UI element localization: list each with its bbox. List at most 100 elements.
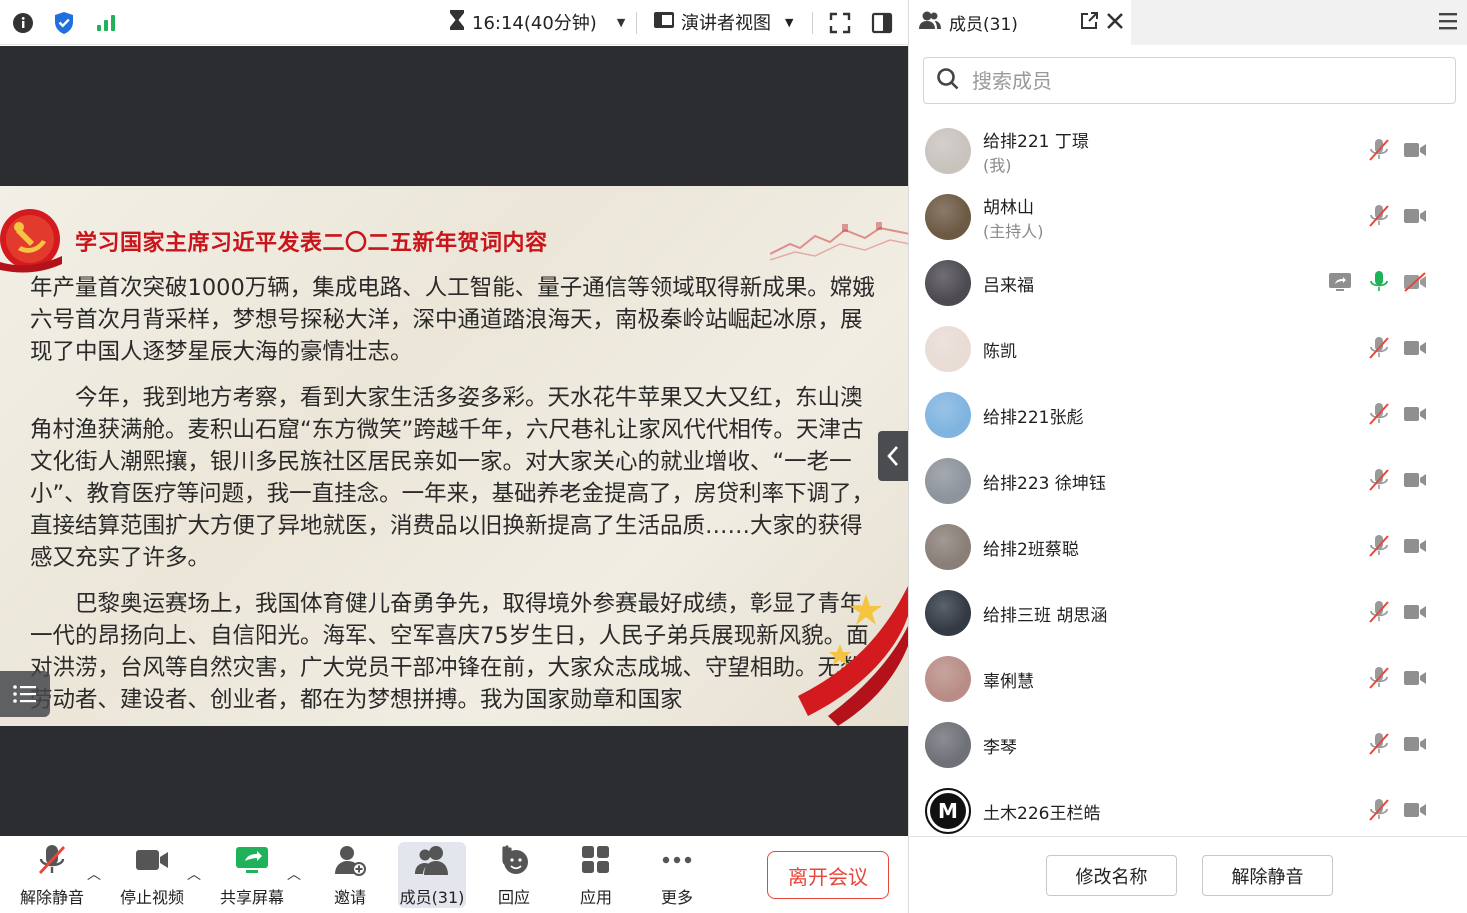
avatar — [925, 524, 971, 570]
avatar: M — [925, 788, 971, 834]
list-icon — [13, 685, 36, 703]
avatar — [925, 194, 971, 240]
camera-icon — [135, 842, 169, 878]
popout-icon[interactable] — [1079, 11, 1099, 36]
chevron-down-icon: ▼ — [616, 15, 626, 29]
camera-icon[interactable] — [1403, 600, 1427, 624]
mic-muted-icon[interactable] — [1367, 204, 1391, 228]
leave-meeting-button[interactable]: 离开会议 — [767, 851, 889, 899]
camera-icon[interactable] — [1403, 468, 1427, 492]
mic-muted-icon[interactable] — [1367, 666, 1391, 690]
mic-muted-icon[interactable] — [1367, 336, 1391, 360]
slide-list-button[interactable] — [0, 671, 50, 717]
mic-muted-icon[interactable] — [1367, 138, 1391, 162]
avatar — [925, 128, 971, 174]
sidebar-toggle-icon[interactable] — [870, 11, 894, 35]
meeting-topbar: 16:14(40分钟) ▼ 演讲者视图 ▼ — [0, 0, 908, 45]
mic-muted-icon[interactable] — [1367, 732, 1391, 756]
camera-icon[interactable] — [1403, 336, 1427, 360]
member-role: (我) — [983, 156, 1012, 175]
apps-label: 应用 — [579, 888, 612, 907]
close-icon[interactable] — [1105, 11, 1125, 36]
chevron-up-icon[interactable]: ︿ — [87, 864, 101, 884]
meeting-area: 16:14(40分钟) ▼ 演讲者视图 ▼ 学习国家主席习近平发表二〇二五新年贺… — [0, 0, 908, 913]
member-row[interactable]: 吕来福 — [909, 249, 1467, 315]
mic-active-icon[interactable] — [1367, 270, 1391, 294]
member-row[interactable]: 胡林山 (主持人) — [909, 183, 1467, 249]
camera-icon[interactable] — [1403, 204, 1427, 228]
menu-icon[interactable] — [1438, 12, 1458, 34]
fullscreen-icon[interactable] — [828, 11, 852, 35]
camera-icon[interactable] — [1403, 402, 1427, 426]
avatar — [925, 458, 971, 504]
more-label: 更多 — [660, 888, 693, 907]
chevron-up-icon[interactable]: ︿ — [287, 864, 301, 884]
member-row[interactable]: 给排三班 胡思涵 — [909, 579, 1467, 645]
presentation-slide: 学习国家主席习近平发表二〇二五新年贺词内容 年产量首次突破1000万辆，集成电路… — [0, 186, 908, 726]
slide-body-text: 年产量首次突破1000万辆，集成电路、人工智能、量子通信等领域取得新成果。嫦娥六… — [30, 272, 875, 716]
member-row[interactable]: M 土木226王栏皓 — [909, 777, 1467, 835]
member-search[interactable] — [923, 57, 1456, 104]
slide-paragraph: 今年，我到地方考察，看到大家生活多姿多彩。天水花牛苹果又大又红，东山澳角村渔获满… — [30, 385, 875, 571]
members-button[interactable]: 成员(31) — [398, 842, 466, 908]
member-name: 给排223 徐坤钰 — [983, 474, 1106, 494]
react-button[interactable]: 回应 — [484, 842, 544, 908]
chevron-up-icon[interactable]: ︿ — [187, 864, 201, 884]
camera-icon[interactable] — [1403, 534, 1427, 558]
chevron-down-icon: ▼ — [785, 15, 794, 29]
mic-muted-icon[interactable] — [1367, 468, 1391, 492]
search-input[interactable] — [972, 68, 1432, 93]
invite-button[interactable]: 邀请 — [318, 842, 382, 908]
member-row[interactable]: 给排2班蔡聪 — [909, 513, 1467, 579]
member-row[interactable]: 李琴 — [909, 711, 1467, 777]
invite-label: 邀请 — [333, 888, 366, 907]
rename-button[interactable]: 修改名称 — [1046, 855, 1177, 896]
shield-check-icon[interactable] — [52, 11, 76, 35]
members-label: 成员(31) — [399, 888, 465, 907]
meeting-timer[interactable]: 16:14(40分钟) ▼ — [448, 9, 625, 35]
more-button[interactable]: 更多 — [648, 842, 706, 908]
unmute-label: 解除静音 — [19, 888, 84, 907]
camera-icon[interactable] — [1403, 666, 1427, 690]
avatar — [925, 656, 971, 702]
member-row[interactable]: 给排221 丁璟 (我) — [909, 117, 1467, 183]
members-icon — [919, 10, 941, 35]
svg-text:M: M — [938, 799, 958, 823]
collapse-panel-button[interactable] — [878, 431, 908, 481]
member-row[interactable]: 辜俐慧 — [909, 645, 1467, 711]
apps-grid-icon — [581, 842, 611, 878]
info-icon[interactable] — [11, 11, 35, 35]
signal-icon[interactable] — [94, 11, 118, 35]
mic-muted-icon[interactable] — [1367, 798, 1391, 822]
share-screen-button[interactable]: 共享屏幕 — [214, 842, 290, 908]
member-row[interactable]: 给排223 徐坤钰 — [909, 447, 1467, 513]
red-ribbon-decoration — [798, 586, 908, 726]
unmute-all-button[interactable]: 解除静音 — [1202, 855, 1333, 896]
divider — [812, 12, 813, 34]
presenter-view-icon — [653, 10, 675, 35]
member-name: 给排221张彪 — [983, 408, 1084, 428]
camera-icon[interactable] — [1403, 798, 1427, 822]
member-name: 给排三班 胡思涵 — [983, 606, 1108, 626]
members-tab[interactable]: 成员(31) — [909, 0, 1131, 45]
member-role: (主持人) — [983, 222, 1044, 241]
camera-icon[interactable] — [1403, 732, 1427, 756]
mic-muted-icon[interactable] — [1367, 402, 1391, 426]
chevron-left-icon — [887, 446, 898, 466]
invite-user-icon — [334, 842, 366, 878]
member-row[interactable]: 给排221张彪 — [909, 381, 1467, 447]
mic-muted-icon[interactable] — [1367, 600, 1391, 624]
member-row[interactable]: 陈凯 — [909, 315, 1467, 381]
apps-button[interactable]: 应用 — [566, 842, 626, 908]
view-mode-select[interactable]: 演讲者视图 ▼ — [653, 9, 793, 35]
stop-video-button[interactable]: 停止视频 — [114, 842, 190, 908]
avatar — [925, 260, 971, 306]
camera-off-icon[interactable] — [1403, 270, 1427, 294]
camera-icon[interactable] — [1403, 138, 1427, 162]
more-dots-icon — [662, 842, 692, 878]
mic-muted-icon[interactable] — [1367, 534, 1391, 558]
member-name: 吕来福 — [983, 276, 1034, 296]
hourglass-icon — [448, 9, 466, 36]
members-icon — [414, 842, 450, 878]
unmute-button[interactable]: 解除静音 — [14, 842, 90, 908]
